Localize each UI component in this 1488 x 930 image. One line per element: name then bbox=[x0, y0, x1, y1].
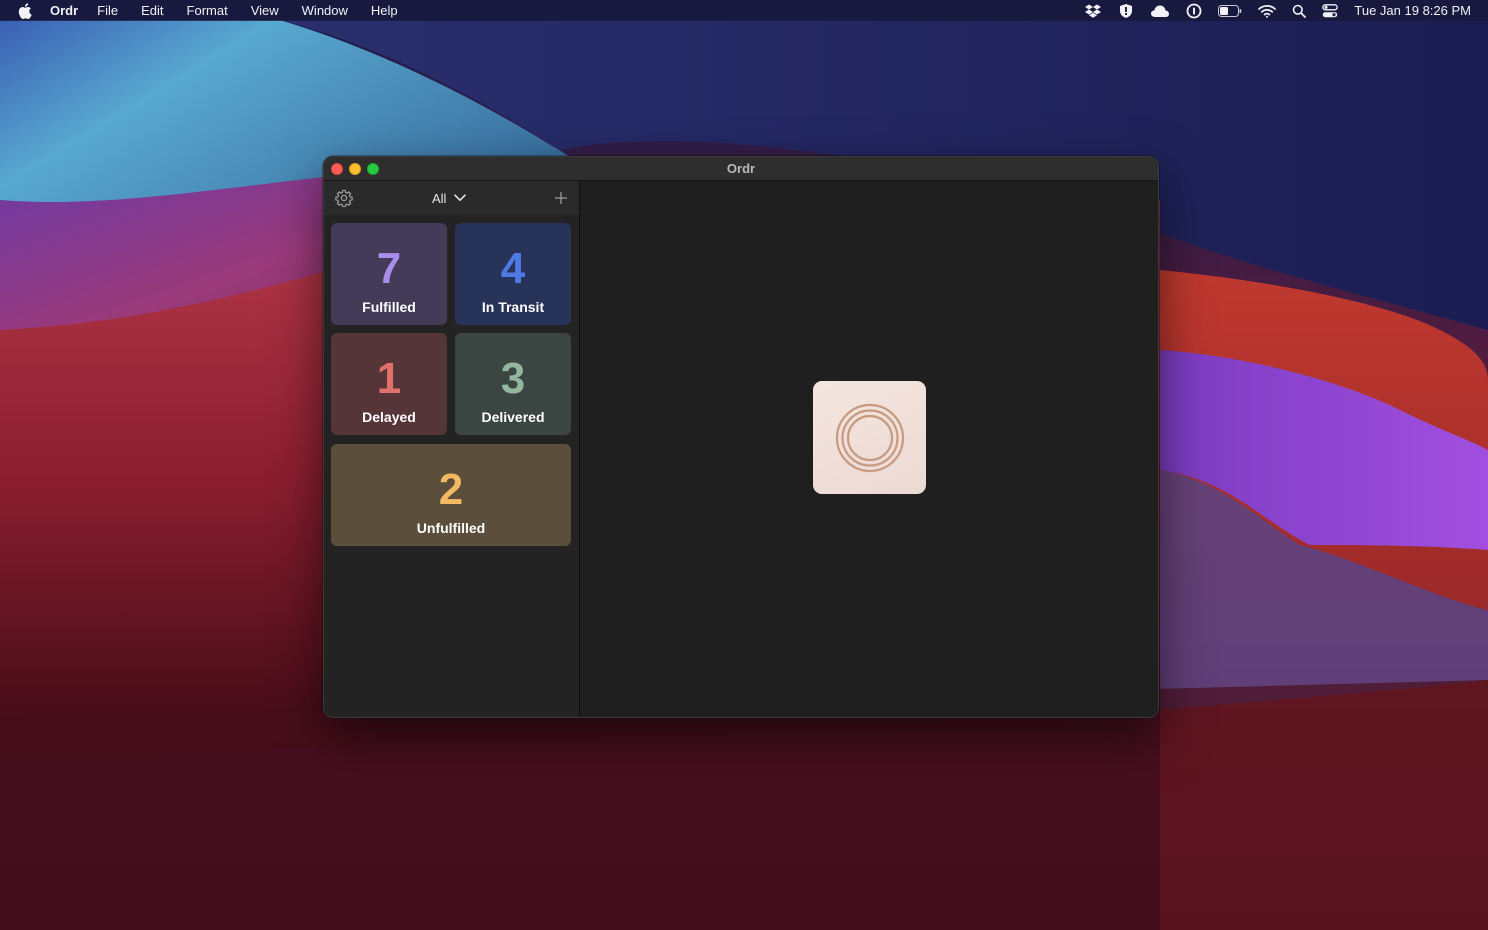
fulfilled-count: 7 bbox=[376, 244, 402, 293]
delayed-count: 1 bbox=[376, 354, 402, 403]
sidebar: All 7 Fulfilled 4 In Transit 1 Delayed 3… bbox=[324, 181, 580, 717]
ordr-window: Ordr All 7 Fulfilled 4 In Transit 1 Dela… bbox=[323, 156, 1159, 718]
window-titlebar[interactable]: Ordr bbox=[324, 157, 1158, 181]
delivered-tile[interactable]: 3 Delivered bbox=[455, 333, 571, 435]
plus-icon bbox=[555, 192, 567, 204]
battery-icon[interactable] bbox=[1218, 0, 1242, 21]
close-window-button[interactable] bbox=[331, 163, 343, 175]
filter-dropdown[interactable]: All bbox=[432, 189, 467, 207]
menu-window[interactable]: Window bbox=[302, 3, 348, 18]
unfulfilled-count: 2 bbox=[438, 465, 464, 514]
zoom-window-button[interactable] bbox=[367, 163, 379, 175]
delivered-label: Delivered bbox=[481, 409, 545, 425]
fulfilled-tile[interactable]: 7 Fulfilled bbox=[331, 223, 447, 325]
menubar-clock[interactable]: Tue Jan 19 8:26 PM bbox=[1354, 3, 1471, 18]
minimize-window-button[interactable] bbox=[349, 163, 361, 175]
settings-button[interactable] bbox=[335, 189, 353, 208]
control-center-icon[interactable] bbox=[1322, 0, 1339, 21]
menu-view[interactable]: View bbox=[251, 3, 279, 18]
menu-help[interactable]: Help bbox=[371, 3, 398, 18]
gear-icon bbox=[335, 189, 353, 208]
cloud-icon[interactable] bbox=[1150, 0, 1170, 21]
menu-edit[interactable]: Edit bbox=[141, 3, 163, 18]
apple-menu-icon[interactable] bbox=[18, 2, 34, 19]
delayed-label: Delayed bbox=[362, 409, 416, 425]
shield-icon[interactable] bbox=[1118, 0, 1134, 21]
fulfilled-label: Fulfilled bbox=[362, 299, 416, 315]
menu-bar: Ordr File Edit Format View Window Help T… bbox=[0, 0, 1488, 21]
filter-label: All bbox=[432, 190, 447, 206]
add-order-button[interactable] bbox=[553, 190, 569, 206]
detail-pane bbox=[580, 181, 1158, 717]
unfulfilled-tile[interactable]: 2 Unfulfilled bbox=[331, 444, 571, 546]
sidebar-toolbar: All bbox=[324, 181, 579, 215]
unfulfilled-label: Unfulfilled bbox=[416, 520, 486, 536]
onepassword-icon[interactable] bbox=[1186, 0, 1202, 21]
dropbox-icon[interactable] bbox=[1084, 0, 1102, 21]
ordr-logo bbox=[813, 381, 926, 494]
chevron-down-icon bbox=[454, 194, 467, 202]
wifi-icon[interactable] bbox=[1258, 0, 1277, 21]
menu-format[interactable]: Format bbox=[187, 3, 228, 18]
menu-file[interactable]: File bbox=[97, 3, 118, 18]
menu-app-name[interactable]: Ordr bbox=[50, 3, 78, 18]
in-transit-tile[interactable]: 4 In Transit bbox=[455, 223, 571, 325]
in-transit-label: In Transit bbox=[481, 299, 545, 315]
delayed-tile[interactable]: 1 Delayed bbox=[331, 333, 447, 435]
window-title: Ordr bbox=[726, 161, 756, 176]
ordr-rings-icon bbox=[835, 403, 904, 472]
delivered-count: 3 bbox=[500, 354, 526, 403]
in-transit-count: 4 bbox=[500, 244, 526, 293]
spotlight-icon[interactable] bbox=[1292, 0, 1307, 21]
